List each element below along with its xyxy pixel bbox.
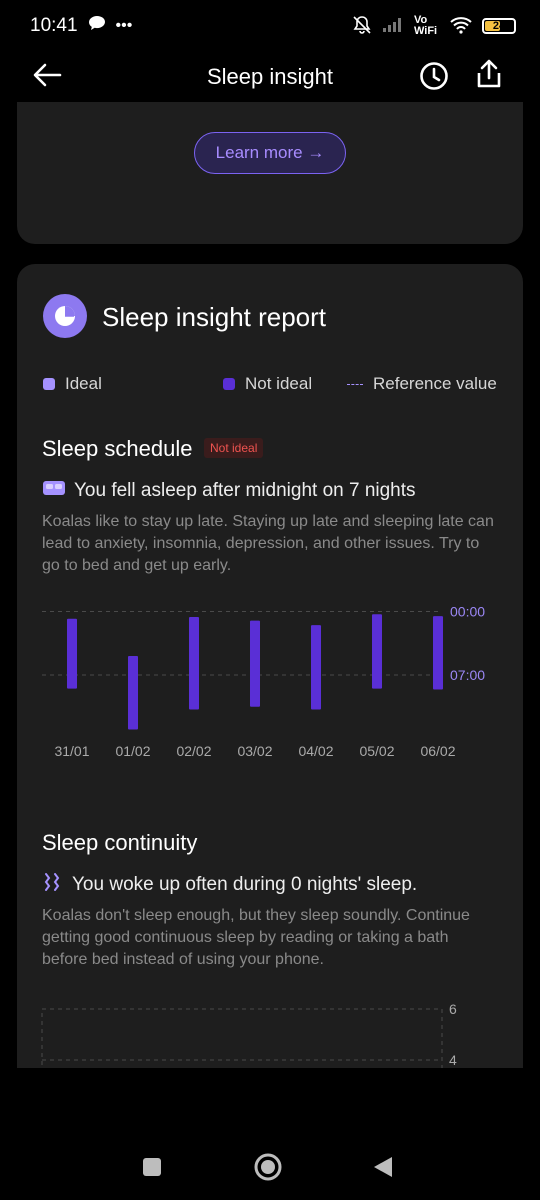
chat-bubble-icon [88,15,106,37]
share-icon[interactable] [474,58,504,95]
y-tick-label: 6 [449,1001,457,1017]
recent-apps-button[interactable] [142,1157,162,1182]
signal-icon [382,17,404,36]
system-nav-bar [0,1068,540,1200]
page-title: Sleep insight [207,64,333,89]
wifi-icon [450,16,472,37]
sleep-report-card: Sleep insight report Ideal Not ideal Ref… [17,264,523,1068]
clock-icon[interactable] [418,60,450,97]
scroll-content[interactable]: Learn more → Sleep insight report Ideal … [0,102,540,1068]
chart-frame [41,1008,443,1068]
battery-icon: 24 [482,18,516,34]
battery-level: 24 [492,20,506,32]
status-bar: 10:41 ••• Vo WiFi 24 [0,0,540,52]
y-tick-label: 4 [449,1052,457,1068]
arrow-left-icon[interactable] [32,62,62,93]
sleep-continuity-chart: 64 [41,1001,457,1068]
info-card: Learn more → [17,102,523,244]
vowifi-label: Vo WiFi [414,14,438,37]
back-button[interactable] [372,1155,394,1184]
more-notifications-icon: ••• [115,17,133,34]
home-button[interactable] [253,1152,283,1187]
app-header: Sleep insight [0,52,540,102]
clock-time: 10:41 [30,15,78,36]
learn-more-button[interactable]: Learn more → [194,132,346,174]
bell-muted-icon [352,15,372,38]
